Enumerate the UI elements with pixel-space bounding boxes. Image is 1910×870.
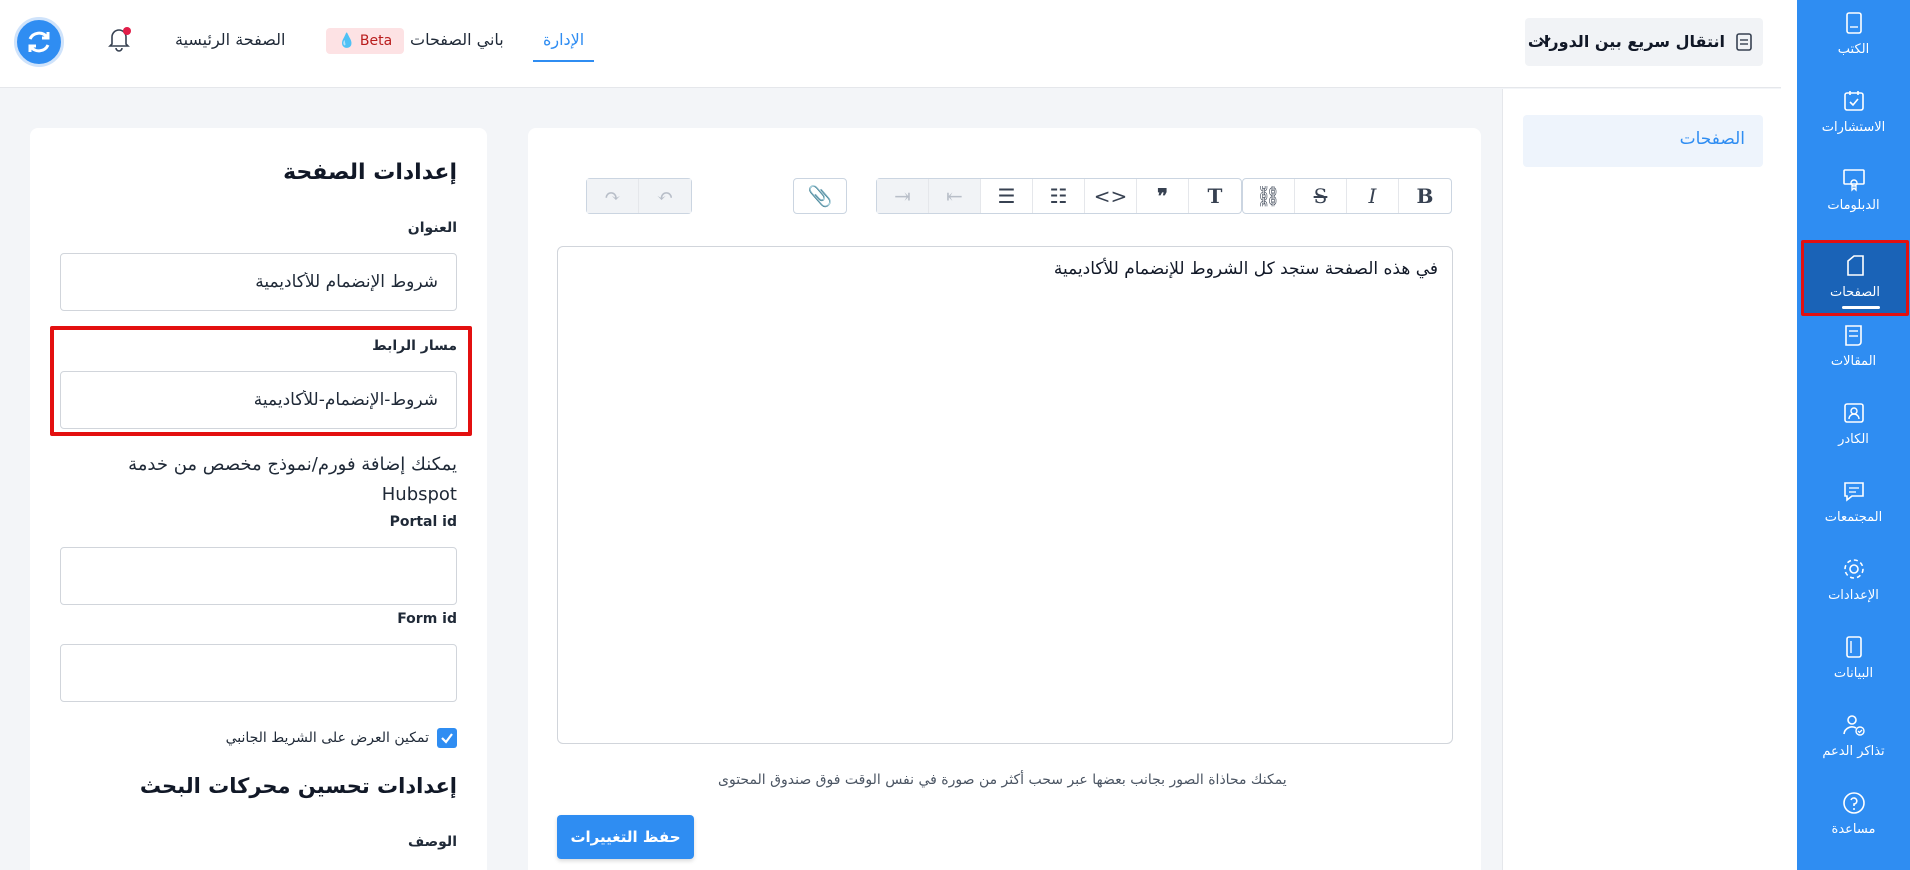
sidebar-item-data[interactable]: البيانات (1797, 624, 1910, 698)
sidebar-display-checkbox[interactable] (437, 728, 457, 748)
bullet-list-icon[interactable]: ☷ (1033, 179, 1085, 213)
nav-admin-tab[interactable]: الإدارة (533, 30, 595, 62)
numbered-list-icon[interactable]: ☰ (981, 179, 1033, 213)
gear-icon (1843, 559, 1864, 579)
calendar-check-icon (1843, 91, 1864, 111)
sidebar-display-label: تمكين العرض على الشريط الجانبي (225, 730, 429, 746)
sidebar-item-label: الاستشارات (1821, 120, 1886, 135)
text-style-toolbar: ⛓ S I B (1242, 178, 1452, 214)
sidebar-item-staff[interactable]: الكادر (1797, 390, 1910, 464)
formatting-toolbar: ⇥ ⇤ ☰ ☷ <> ❞ T (876, 178, 1242, 214)
sidebar-item-label: المقالات (1830, 354, 1877, 369)
nav-home-link[interactable]: الصفحة الرئيسية (175, 30, 285, 49)
support-ticket-icon (1842, 715, 1865, 736)
sidebar-item-consultations[interactable]: الاستشارات (1797, 78, 1910, 152)
heading-icon[interactable]: T (1189, 179, 1241, 213)
sidebar-item-pages[interactable]: الصفحات (1801, 240, 1909, 316)
sidebar-item-label: الصفحات (1829, 285, 1880, 300)
strikethrough-icon[interactable]: S (1295, 179, 1347, 213)
sidebar-item-settings[interactable]: الإعدادات (1797, 546, 1910, 620)
pages-icon (1847, 255, 1864, 276)
course-quick-switch-dropdown[interactable]: انتقال سريع بين الدورات (1525, 18, 1763, 66)
sidebar-item-books[interactable]: الكتب (1797, 0, 1910, 74)
image-alignment-hint: يمكنك محاذاة الصور بجانب بعضها عبر سحب أ… (718, 772, 1287, 788)
description-label: الوصف (407, 834, 457, 850)
book-icon (1845, 12, 1862, 34)
nav-page-builder-link[interactable]: باني الصفحات (410, 30, 504, 49)
help-icon (1842, 792, 1865, 814)
sidebar-item-diplomas[interactable]: الدبلومات (1797, 156, 1910, 230)
sidebar-item-label: الكادر (1838, 432, 1869, 447)
indent-icon[interactable]: ⇥ (877, 179, 929, 213)
articles-icon (1844, 325, 1862, 346)
chevron-down-icon (1539, 37, 1551, 45)
sidebar-item-label: المجتمعات (1824, 510, 1883, 525)
seo-settings-title: إعدادات تحسين محركات البحث (139, 774, 457, 798)
sidebar-item-help[interactable]: مساعدة (1797, 780, 1910, 854)
app-logo[interactable] (14, 17, 64, 67)
hubspot-info-text: يمكنك إضافة فورم/نموذج مخصص من خدمة Hubs… (128, 454, 457, 505)
check-icon (441, 733, 453, 744)
notification-dot (123, 27, 131, 35)
redo-icon[interactable]: ↷ (587, 179, 639, 213)
editor-card: ⇥ ⇤ ☰ ☷ <> ❞ T ⛓ S I B 📎 ↷ ↶ في هذه الصف… (528, 128, 1481, 870)
refresh-logo-icon (28, 31, 50, 53)
active-indicator (1842, 306, 1880, 309)
portal-id-label: Portal id (389, 514, 457, 530)
slug-field-label: مسار الرابط (372, 338, 457, 354)
title-field-label: العنوان (407, 220, 457, 236)
link-icon[interactable]: ⛓ (1243, 179, 1295, 213)
history-toolbar: ↷ ↶ (586, 178, 692, 214)
form-id-input[interactable] (60, 644, 457, 702)
notifications-bell-icon[interactable] (106, 26, 134, 54)
sidebar-item-communities[interactable]: المجتمعات (1797, 468, 1910, 542)
sidebar-item-label: الإعدادات (1828, 588, 1879, 603)
main-sidebar: الكتب الاستشارات الدبلومات الصفحات المقا… (1781, 0, 1910, 870)
content-editor[interactable]: في هذه الصفحة ستجد كل الشروط للإنضمام لل… (557, 246, 1453, 744)
certificate-icon (1842, 169, 1865, 192)
attachment-toolbar: 📎 (793, 178, 847, 214)
sidebar-item-label: الكتب (1837, 42, 1870, 57)
page-settings-title: إعدادات الصفحة (283, 160, 457, 185)
undo-icon[interactable]: ↶ (639, 179, 691, 213)
attachment-icon[interactable]: 📎 (794, 179, 846, 213)
sidebar-edge (1781, 0, 1797, 870)
sidebar-item-articles[interactable]: المقالات (1797, 312, 1910, 386)
sidebar-display-checkbox-row: تمكين العرض على الشريط الجانبي (226, 728, 457, 748)
editor-content-text: في هذه الصفحة ستجد كل الشروط للإنضمام لل… (1053, 259, 1438, 279)
slug-input[interactable] (60, 371, 457, 429)
portal-id-input[interactable] (60, 547, 457, 605)
chat-icon (1843, 482, 1864, 502)
bold-icon[interactable]: B (1399, 179, 1451, 213)
document-icon (1736, 33, 1752, 51)
top-bar: الصفحة الرئيسية 💧 Beta باني الصفحات الإد… (0, 0, 1781, 88)
data-icon (1845, 636, 1862, 658)
course-switch-label: انتقال سريع بين الدورات (1527, 32, 1725, 51)
sidebar-item-label: الدبلومات (1827, 198, 1880, 213)
outdent-icon[interactable]: ⇤ (929, 179, 981, 213)
subnav-item-pages[interactable]: الصفحات (1523, 115, 1763, 167)
form-id-label: Form id (397, 611, 457, 627)
save-changes-button[interactable]: حفظ التغييرات (557, 815, 694, 859)
sidebar-item-label: تذاكر الدعم (1822, 744, 1885, 759)
italic-icon[interactable]: I (1347, 179, 1399, 213)
blockquote-icon[interactable]: ❞ (1137, 179, 1189, 213)
pages-subnav-panel: الصفحات (1502, 89, 1781, 870)
beta-badge: 💧 Beta (326, 28, 405, 54)
code-icon[interactable]: <> (1085, 179, 1137, 213)
title-input[interactable] (60, 253, 457, 311)
sidebar-item-label: البيانات (1833, 666, 1874, 681)
page-settings-card: إعدادات الصفحة العنوان مسار الرابط يمكنك… (30, 128, 487, 870)
beta-label: Beta (359, 33, 393, 49)
sidebar-item-label: مساعدة (1831, 822, 1876, 837)
staff-icon (1843, 403, 1864, 423)
sidebar-item-support-tickets[interactable]: تذاكر الدعم (1797, 702, 1910, 776)
